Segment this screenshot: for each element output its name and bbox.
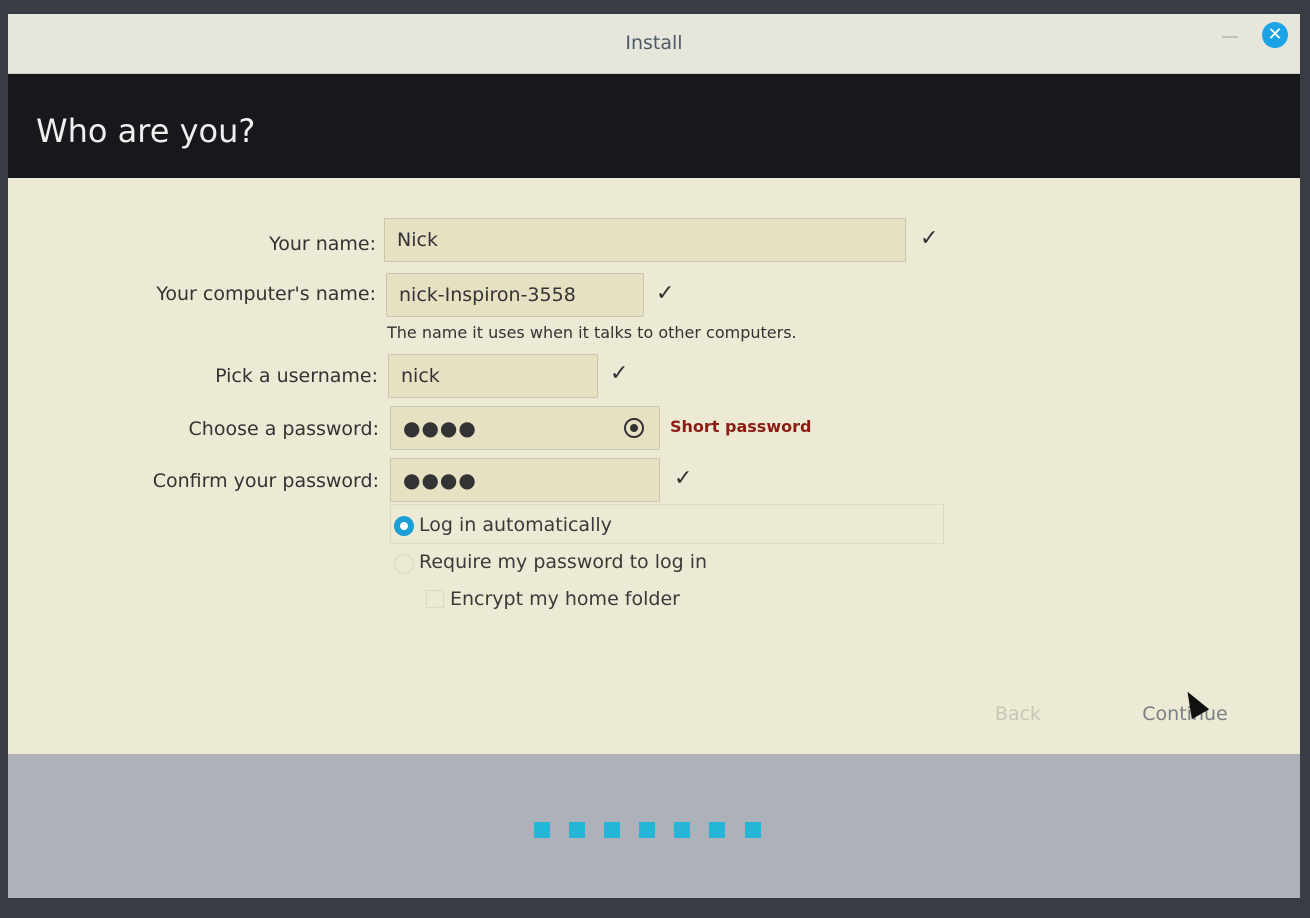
progress-dot bbox=[604, 822, 620, 838]
progress-dot bbox=[639, 822, 655, 838]
require-password-radio[interactable] bbox=[394, 554, 414, 574]
log-in-automatically-radio[interactable] bbox=[394, 516, 414, 536]
page-title: Who are you? bbox=[36, 112, 256, 150]
progress-strip bbox=[8, 754, 1300, 898]
computer-name-label: Your computer's name: bbox=[156, 283, 376, 305]
password-input[interactable]: ●●●● bbox=[390, 406, 660, 450]
confirm-password-check-icon: ✓ bbox=[674, 466, 693, 491]
log-in-automatically-label[interactable]: Log in automatically bbox=[419, 514, 612, 536]
page-header: Who are you? bbox=[8, 74, 1300, 178]
your-name-input[interactable]: Nick bbox=[384, 218, 906, 262]
confirm-password-label: Confirm your password: bbox=[152, 470, 379, 492]
computer-name-input[interactable]: nick-Inspiron-3558 bbox=[386, 273, 644, 317]
progress-dot bbox=[674, 822, 690, 838]
encrypt-home-checkbox[interactable] bbox=[426, 590, 444, 608]
password-label: Choose a password: bbox=[188, 418, 379, 440]
progress-dot bbox=[745, 822, 761, 838]
screen-frame: Install ✕ Who are you? Your name: Nick ✓… bbox=[0, 0, 1310, 918]
progress-dot bbox=[709, 822, 725, 838]
your-name-check-icon: ✓ bbox=[920, 226, 939, 251]
form-content: Your name: Nick ✓ Your computer's name: … bbox=[8, 178, 1300, 754]
progress-dot bbox=[569, 822, 585, 838]
confirm-password-input[interactable]: ●●●● bbox=[390, 458, 660, 502]
username-label: Pick a username: bbox=[215, 365, 378, 387]
minimize-button[interactable] bbox=[1222, 36, 1238, 38]
computer-name-check-icon: ✓ bbox=[656, 281, 675, 306]
window-title: Install bbox=[625, 32, 683, 54]
installer-window: Install ✕ Who are you? Your name: Nick ✓… bbox=[8, 14, 1300, 898]
username-input[interactable]: nick bbox=[388, 354, 598, 398]
show-password-eye-icon[interactable] bbox=[624, 418, 644, 438]
computer-name-hint: The name it uses when it talks to other … bbox=[387, 323, 797, 342]
progress-dot bbox=[534, 822, 550, 838]
close-button[interactable]: ✕ bbox=[1262, 22, 1288, 48]
title-bar: Install ✕ bbox=[8, 14, 1300, 74]
your-name-label: Your name: bbox=[269, 233, 376, 255]
back-button[interactable]: Back bbox=[968, 692, 1068, 736]
short-password-warning: Short password bbox=[670, 417, 812, 436]
username-check-icon: ✓ bbox=[610, 361, 629, 386]
encrypt-home-label[interactable]: Encrypt my home folder bbox=[450, 588, 680, 610]
require-password-label[interactable]: Require my password to log in bbox=[419, 551, 707, 573]
